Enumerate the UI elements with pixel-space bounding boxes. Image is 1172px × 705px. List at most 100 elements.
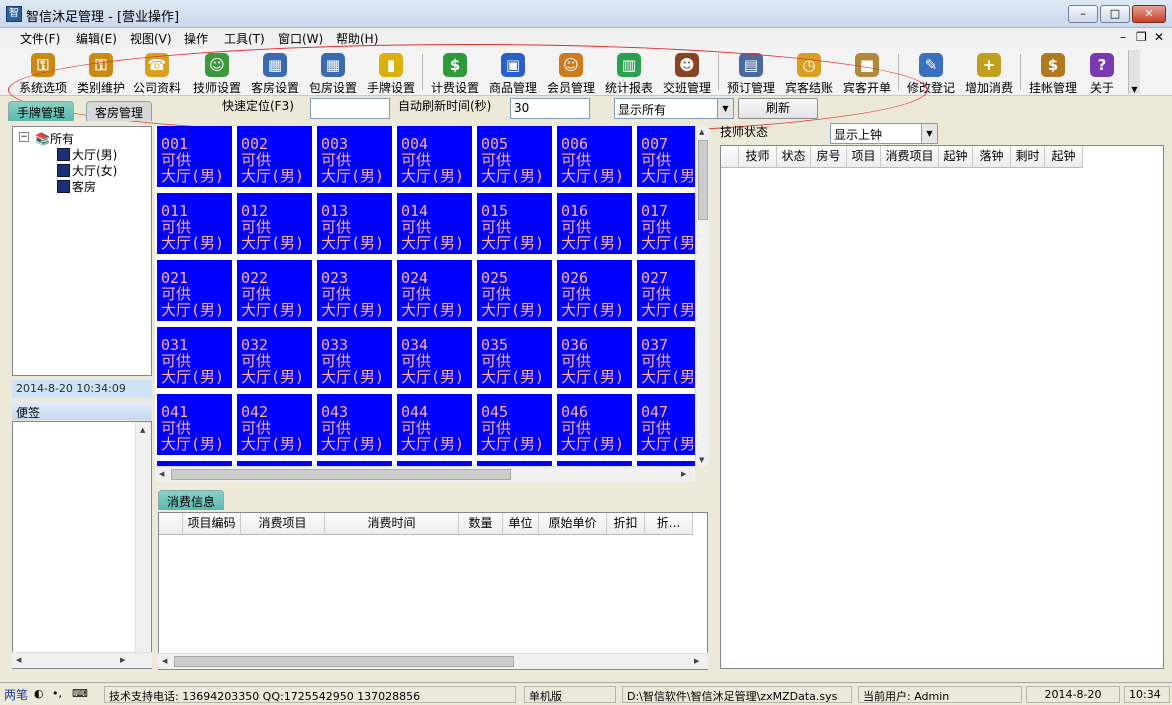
room-card-042[interactable]: 042 可供 大厅(男): [237, 394, 312, 455]
toolbar-button-16[interactable]: ✎ 修改登记: [904, 50, 958, 95]
scroll-left-icon[interactable]: ◀: [162, 657, 167, 665]
room-card-024[interactable]: 024 可供 大厅(男): [397, 260, 472, 321]
toolbar-button-8[interactable]: $ 计费设置: [428, 50, 482, 95]
scroll-thumb[interactable]: [174, 656, 514, 667]
memo-textarea[interactable]: ▲ ▼: [12, 421, 152, 669]
maximize-button[interactable]: □: [1100, 5, 1130, 23]
tab-handcard-management[interactable]: 手牌管理: [8, 101, 75, 121]
scroll-right-icon[interactable]: ▶: [694, 657, 699, 665]
scroll-thumb[interactable]: [171, 469, 511, 480]
room-card-022[interactable]: 022 可供 大厅(男): [237, 260, 312, 321]
menu-view[interactable]: 视图(V): [130, 30, 172, 47]
toolbar-button-19[interactable]: ? 关于: [1082, 50, 1122, 95]
consumption-hscrollbar[interactable]: ◀ ▶: [158, 653, 708, 669]
tab-room-management[interactable]: 客房管理: [86, 101, 153, 121]
technician-col-header[interactable]: 状态: [777, 146, 811, 168]
room-grid-vscrollbar[interactable]: ▲ ▼: [695, 126, 709, 466]
room-card-015[interactable]: 015 可供 大厅(男): [477, 193, 552, 254]
technician-filter-select[interactable]: 显示上钟 ▼: [830, 123, 938, 144]
room-card-032[interactable]: 032 可供 大厅(男): [237, 327, 312, 388]
display-filter-select[interactable]: 显示所有 ▼: [614, 98, 734, 119]
menu-tools[interactable]: 工具(T): [224, 30, 265, 47]
room-card-017[interactable]: 017可供大厅(男): [637, 193, 695, 254]
left-hscrollbar[interactable]: ◀ ▶: [12, 652, 152, 668]
technician-col-header[interactable]: 起钟: [1045, 146, 1083, 168]
memo-scrollbar[interactable]: ▲ ▼: [135, 422, 151, 668]
toolbar-button-4[interactable]: ☺ 技师设置: [190, 50, 244, 95]
room-card-047[interactable]: 047可供大厅(男): [637, 394, 695, 455]
toolbar-button-7[interactable]: ▮ 手牌设置: [364, 50, 418, 95]
consumption-col-header[interactable]: 原始单价: [539, 513, 607, 535]
toolbar-button-1[interactable]: ⚿ 系统选项: [12, 50, 74, 95]
toolbar-overflow-button[interactable]: ▼: [1128, 50, 1140, 94]
consumption-col-header[interactable]: 项目编码: [183, 513, 241, 535]
toolbar-button-15[interactable]: ■ 宾客开单: [840, 50, 894, 95]
room-card-006[interactable]: 006 可供 大厅(男): [557, 126, 632, 187]
room-card-035[interactable]: 035 可供 大厅(男): [477, 327, 552, 388]
room-card-025[interactable]: 025 可供 大厅(男): [477, 260, 552, 321]
room-card-045[interactable]: 045 可供 大厅(男): [477, 394, 552, 455]
room-card-027[interactable]: 027可供大厅(男): [637, 260, 695, 321]
room-card-033[interactable]: 033 可供 大厅(男): [317, 327, 392, 388]
room-card-013[interactable]: 013 可供 大厅(男): [317, 193, 392, 254]
tree-item-hall-male[interactable]: 大厅(男): [57, 146, 117, 163]
room-card-036[interactable]: 036 可供 大厅(男): [557, 327, 632, 388]
consumption-col-header[interactable]: 消费时间: [325, 513, 459, 535]
toolbar-button-17[interactable]: + 增加消费: [962, 50, 1016, 95]
room-card-021[interactable]: 021 可供 大厅(男): [157, 260, 232, 321]
punctuation-icon[interactable]: •,: [48, 686, 68, 703]
mdi-restore-icon[interactable]: ❐: [1136, 30, 1147, 44]
menu-help[interactable]: 帮助(H): [336, 30, 378, 47]
room-card-012[interactable]: 012 可供 大厅(男): [237, 193, 312, 254]
room-card-002[interactable]: 002 可供 大厅(男): [237, 126, 312, 187]
scroll-thumb[interactable]: [698, 140, 708, 220]
room-card-004[interactable]: 004 可供 大厅(男): [397, 126, 472, 187]
room-card-046[interactable]: 046 可供 大厅(男): [557, 394, 632, 455]
scroll-up-icon[interactable]: ▲: [140, 426, 145, 434]
refresh-button[interactable]: 刷新: [738, 98, 818, 119]
close-button[interactable]: ✕: [1132, 5, 1166, 23]
room-card-031[interactable]: 031 可供 大厅(男): [157, 327, 232, 388]
room-card-023[interactable]: 023 可供 大厅(男): [317, 260, 392, 321]
toolbar-button-14[interactable]: ◷ 宾客结账: [782, 50, 836, 95]
technician-col-header[interactable]: 项目: [847, 146, 881, 168]
quick-locate-input[interactable]: [310, 98, 390, 119]
menu-file[interactable]: 文件(F): [20, 30, 60, 47]
consumption-col-header[interactable]: 折扣: [607, 513, 645, 535]
technician-col-header[interactable]: 起钟: [939, 146, 973, 168]
consumption-col-header[interactable]: 单位: [503, 513, 539, 535]
tab-consumption-info[interactable]: 消费信息: [158, 490, 225, 510]
auto-refresh-input[interactable]: 30: [510, 98, 590, 119]
room-card-044[interactable]: 044 可供 大厅(男): [397, 394, 472, 455]
room-card-003[interactable]: 003 可供 大厅(男): [317, 126, 392, 187]
toolbar-button-3[interactable]: ☎ 公司资料: [130, 50, 184, 95]
room-card-001[interactable]: 001 可供 大厅(男): [157, 126, 232, 187]
toolbar-button-9[interactable]: ▣ 商品管理: [486, 50, 540, 95]
scroll-right-icon[interactable]: ▶: [120, 656, 125, 664]
menu-edit[interactable]: 编辑(E): [76, 30, 117, 47]
keyboard-icon[interactable]: ⌨: [68, 686, 90, 703]
tree-item-hall-female[interactable]: 大厅(女): [57, 162, 117, 179]
room-card-007[interactable]: 007可供大厅(男): [637, 126, 695, 187]
technician-col-header[interactable]: 剩时: [1011, 146, 1045, 168]
room-card-034[interactable]: 034 可供 大厅(男): [397, 327, 472, 388]
scroll-left-icon[interactable]: ◀: [16, 656, 21, 664]
toolbar-button-2[interactable]: ⚿ 类别维护: [74, 50, 128, 95]
technician-col-header[interactable]: 房号: [811, 146, 847, 168]
toolbar-button-18[interactable]: $ 挂帐管理: [1026, 50, 1080, 95]
menu-window[interactable]: 窗口(W): [278, 30, 323, 47]
tree-collapse-icon[interactable]: −: [19, 132, 29, 142]
tree-item-guest-room[interactable]: 客房: [57, 178, 96, 195]
mdi-close-icon[interactable]: ✕: [1154, 30, 1164, 44]
technician-col-header[interactable]: 消费项目: [881, 146, 939, 168]
room-card-011[interactable]: 011 可供 大厅(男): [157, 193, 232, 254]
tree-root[interactable]: 📚所有: [35, 130, 74, 147]
room-card-037[interactable]: 037可供大厅(男): [637, 327, 695, 388]
toolbar-button-6[interactable]: ▦ 包房设置: [306, 50, 360, 95]
technician-col-header[interactable]: 技师: [739, 146, 777, 168]
room-card-014[interactable]: 014 可供 大厅(男): [397, 193, 472, 254]
toolbar-button-11[interactable]: ▥ 统计报表: [602, 50, 656, 95]
scroll-right-icon[interactable]: ▶: [681, 470, 686, 478]
ime-indicator[interactable]: 两笔: [0, 685, 30, 702]
minimize-button[interactable]: –: [1068, 5, 1098, 23]
